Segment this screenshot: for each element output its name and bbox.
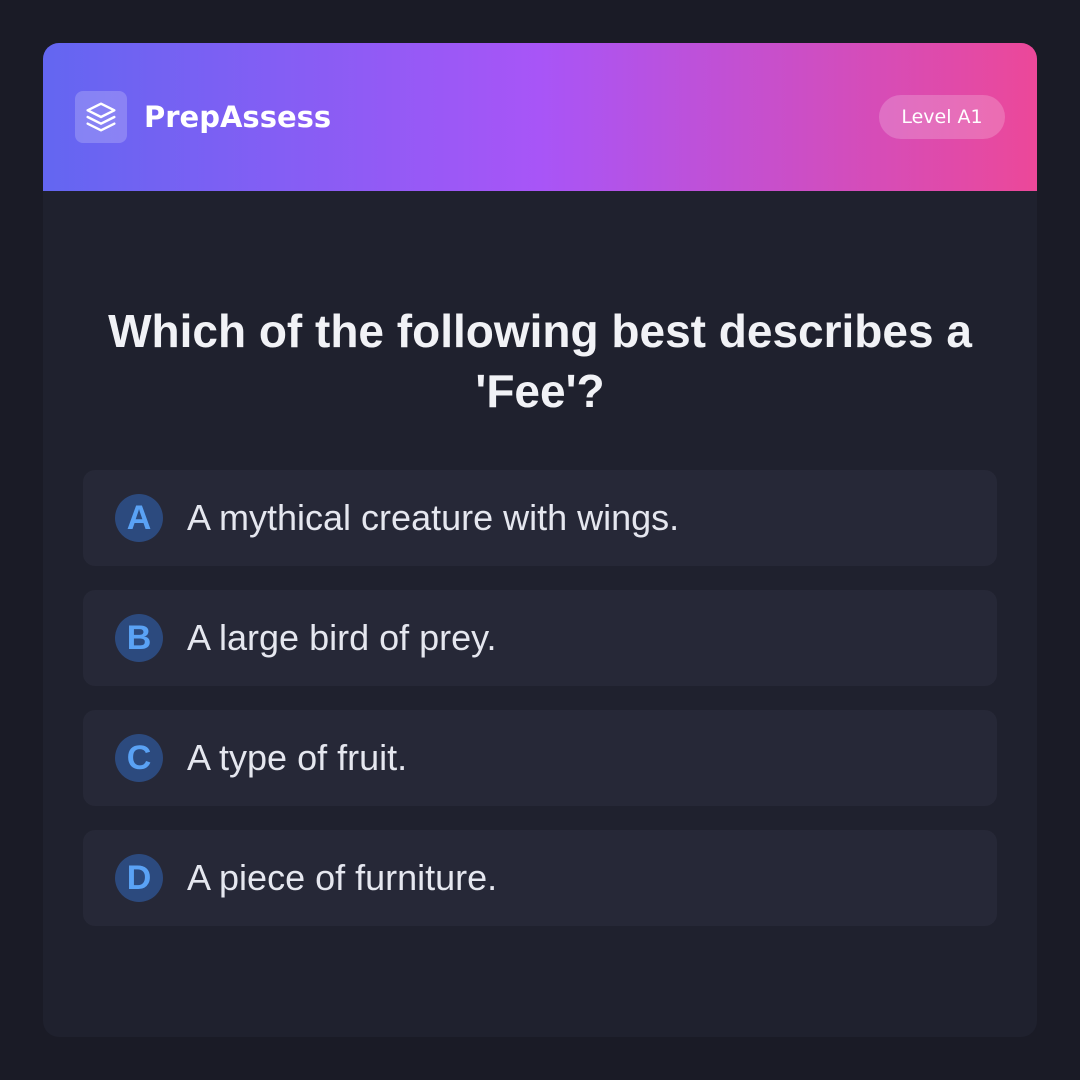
option-d[interactable]: D A piece of furniture. [83,830,997,926]
option-b[interactable]: B A large bird of prey. [83,590,997,686]
option-letter-badge: C [115,734,163,782]
level-badge: Level A1 [879,95,1005,139]
option-letter-badge: B [115,614,163,662]
logo [75,91,127,143]
quiz-card: PrepAssess Level A1 Which of the followi… [43,43,1037,1037]
option-letter-badge: A [115,494,163,542]
option-text: A piece of furniture. [187,857,498,898]
quiz-header: PrepAssess Level A1 [43,43,1037,191]
option-c[interactable]: C A type of fruit. [83,710,997,806]
layers-icon [86,102,116,132]
option-text: A large bird of prey. [187,617,497,658]
option-a[interactable]: A A mythical creature with wings. [83,470,997,566]
question-text: Which of the following best describes a … [108,305,972,417]
option-letter-badge: D [115,854,163,902]
option-text: A mythical creature with wings. [187,497,680,538]
option-text: A type of fruit. [187,737,408,778]
brand-name: PrepAssess [144,100,332,134]
